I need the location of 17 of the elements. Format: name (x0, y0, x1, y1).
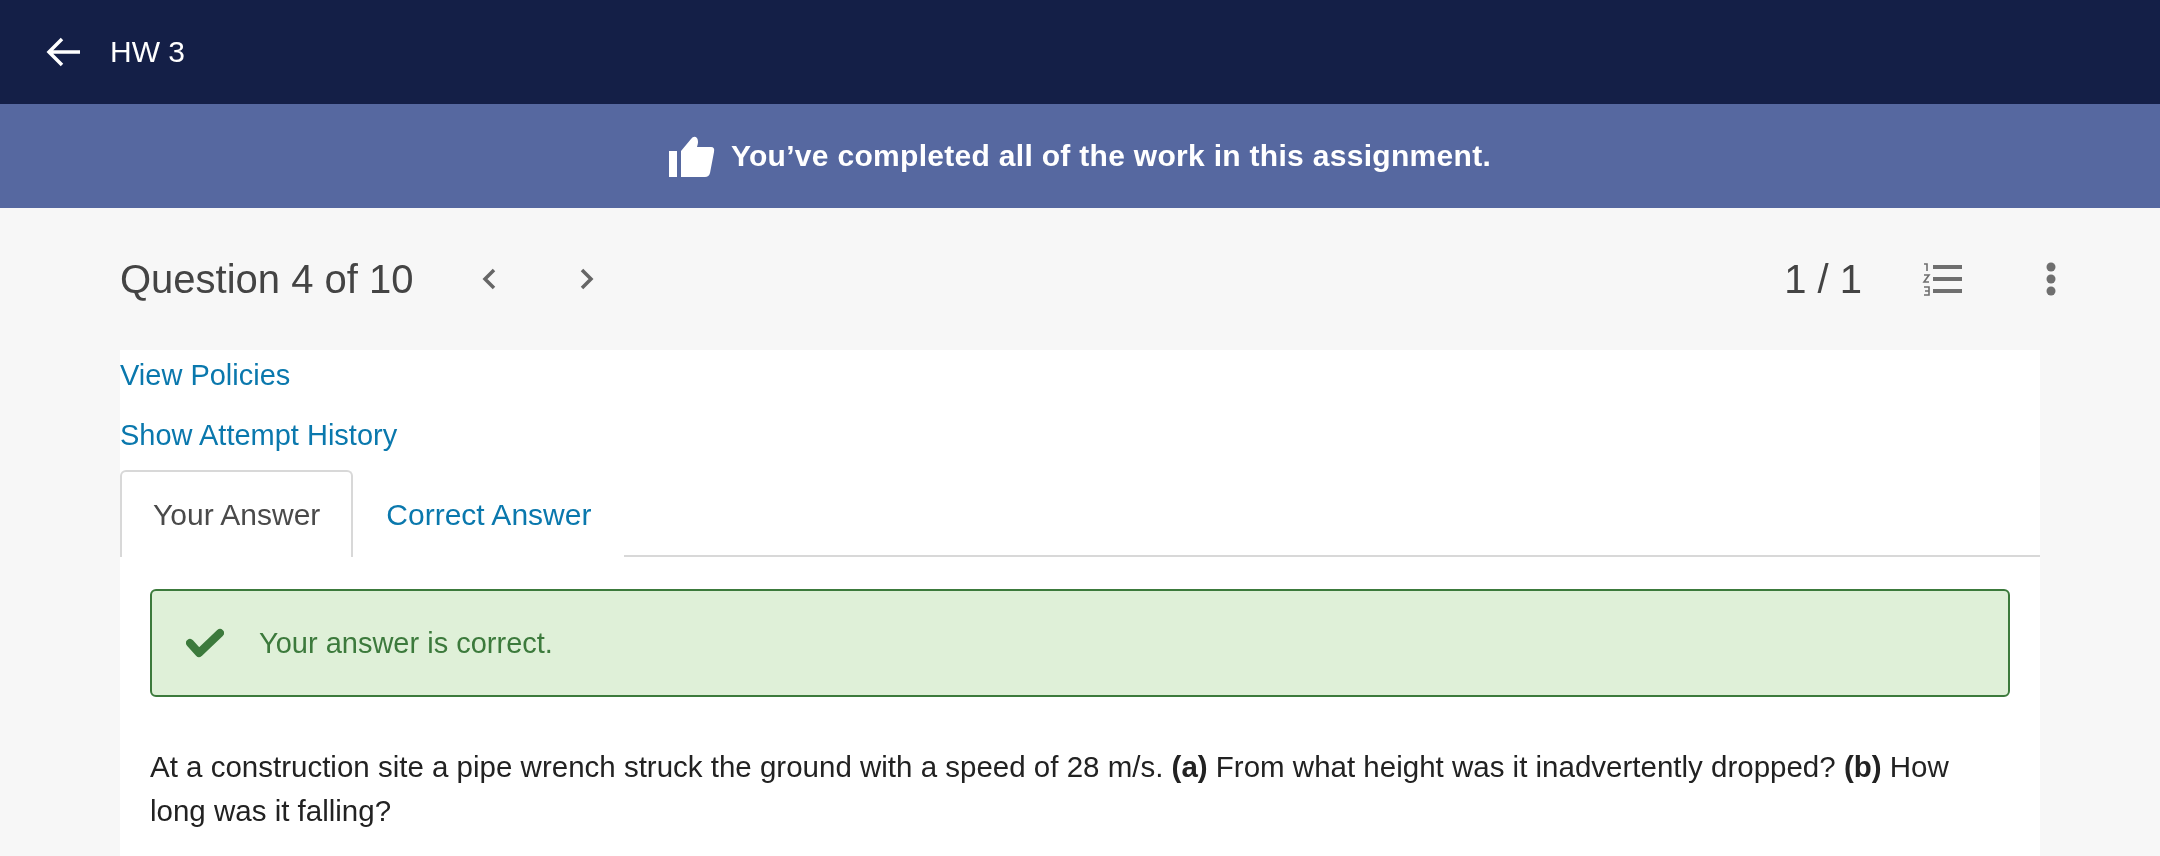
chevron-left-icon (481, 268, 496, 290)
question-title: Question 4 of 10 (120, 256, 414, 302)
assignment-title: HW 3 (110, 35, 185, 69)
chevron-right-icon (579, 268, 594, 290)
thumbs-up-icon (668, 135, 715, 177)
feedback-message: Your answer is correct. (259, 626, 553, 660)
more-icon (2046, 262, 2056, 296)
link[interactable]: Show Attempt History (120, 416, 398, 454)
tab[interactable]: Your Answer (120, 470, 354, 557)
link[interactable]: View Policies (120, 356, 291, 394)
numbered-list-icon (1922, 262, 1962, 296)
back-button[interactable] (46, 36, 82, 68)
attempts-count: 1 / 1 (1784, 256, 1862, 302)
back-arrow-icon (46, 36, 82, 68)
checkmark-icon (186, 628, 224, 658)
completion-message: You’ve completed all of the work in this assignment. (730, 139, 1492, 173)
question-text: At a construction site a pipe wrench struck the ground with a speed of 28 m/s. (a) From what height was it inadvertently dropped? (b) How long was it falling? (150, 749, 1950, 829)
